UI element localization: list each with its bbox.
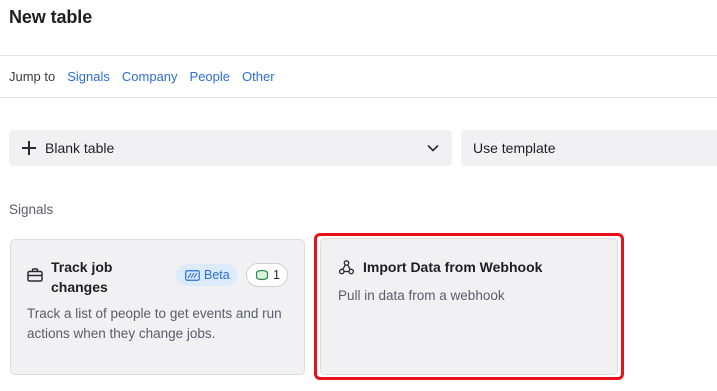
new-table-page: New table Jump to Signals Company People… xyxy=(0,0,717,391)
page-header: New table xyxy=(0,0,717,56)
card-title: Track job changes xyxy=(51,259,113,295)
blank-table-button[interactable]: Blank table xyxy=(9,130,452,166)
blank-table-label: Blank table xyxy=(45,140,115,156)
beta-flask-icon xyxy=(185,269,200,281)
use-template-button[interactable]: Use template xyxy=(461,130,717,166)
track-job-changes-card[interactable]: Track job changes Beta 1 Track a list of… xyxy=(10,239,305,375)
card-description: Pull in data from a webhook xyxy=(338,288,505,303)
chevron-down-icon[interactable] xyxy=(426,141,440,155)
jump-link-other[interactable]: Other xyxy=(242,69,275,84)
credit-count-badge: 1 xyxy=(246,263,288,287)
coin-icon xyxy=(255,269,269,281)
jump-to-bar: Jump to Signals Company People Other xyxy=(0,56,717,98)
use-template-label: Use template xyxy=(473,140,556,156)
beta-badge: Beta xyxy=(176,264,237,286)
signals-section-heading: Signals xyxy=(9,202,54,217)
beta-label: Beta xyxy=(204,268,230,282)
jump-link-people[interactable]: People xyxy=(190,69,230,84)
briefcase-icon xyxy=(27,268,43,282)
import-webhook-card[interactable]: Import Data from Webhook Pull in data fr… xyxy=(320,238,618,375)
jump-link-signals[interactable]: Signals xyxy=(67,69,110,84)
plus-icon xyxy=(22,141,36,155)
jump-link-company[interactable]: Company xyxy=(122,69,178,84)
page-title: New table xyxy=(9,7,93,27)
credit-count: 1 xyxy=(273,268,280,282)
webhook-icon xyxy=(338,260,355,275)
card-title: Import Data from Webhook xyxy=(363,259,543,275)
card-description: Track a list of people to get events and… xyxy=(27,306,282,341)
jump-to-label: Jump to xyxy=(9,69,56,84)
